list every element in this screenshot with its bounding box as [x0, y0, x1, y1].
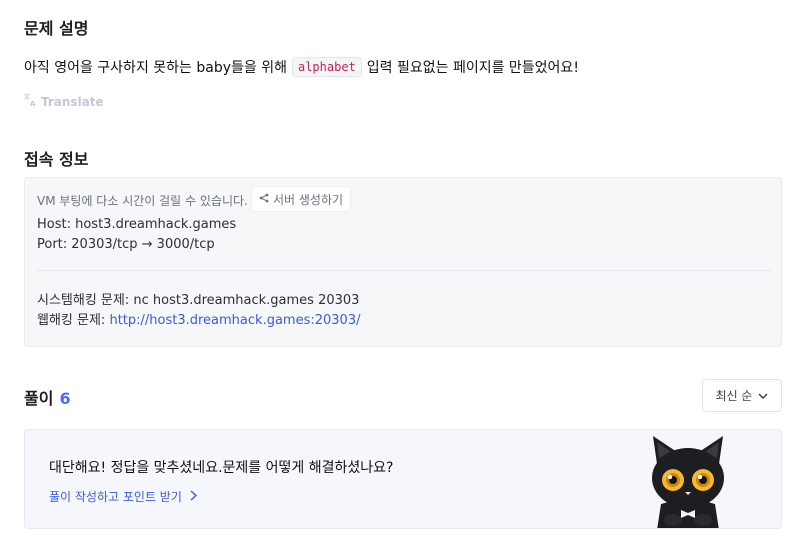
- web-hacking-line: 웹해킹 문제: http://host3.dreamhack.games:203…: [37, 309, 360, 328]
- web-hacking-url-link[interactable]: http://host3.dreamhack.games:20303/: [109, 313, 360, 328]
- svg-text:A: A: [30, 100, 36, 107]
- translate-label: Translate: [41, 94, 104, 109]
- translate-icon: 文 A: [23, 93, 38, 110]
- port-line: Port: 20303/tcp → 3000/tcp: [37, 237, 215, 252]
- create-server-button[interactable]: 서버 생성하기: [251, 186, 351, 212]
- system-hacking-line: 시스템해킹 문제: nc host3.dreamhack.games 20303: [37, 293, 360, 308]
- connection-heading: 접속 정보: [24, 150, 89, 169]
- sort-dropdown[interactable]: 최신 순: [702, 379, 782, 412]
- write-solution-link[interactable]: 풀이 작성하고 포인트 받기: [49, 488, 197, 505]
- solutions-title: 풀이: [24, 389, 54, 408]
- solutions-count: 6: [59, 389, 71, 408]
- translate-button[interactable]: 文 A Translate: [23, 93, 104, 110]
- share-icon: [259, 192, 269, 206]
- divider: [37, 270, 771, 271]
- connection-info-box: VM 부팅에 다소 시간이 걸릴 수 있습니다. 서버 생성하기 Host: h…: [24, 177, 782, 347]
- create-server-label: 서버 생성하기: [272, 192, 344, 207]
- vm-boot-note: VM 부팅에 다소 시간이 걸릴 수 있습니다.: [37, 194, 248, 208]
- description-text: 아직 영어을 구사하지 못하는 baby들을 위해: [24, 60, 287, 76]
- problem-heading: 문제 설명: [24, 19, 89, 38]
- sort-label: 최신 순: [715, 389, 753, 403]
- solution-cta-card: 대단해요! 정답을 맞추셨네요.문제를 어떻게 해결하셨나요? 풀이 작성하고 …: [24, 429, 782, 529]
- cta-message: 대단해요! 정답을 맞추셨네요.문제를 어떻게 해결하셨나요?: [49, 460, 394, 476]
- inline-code: alphabet: [291, 57, 362, 77]
- problem-description: 아직 영어을 구사하지 못하는 baby들을 위해 alphabet 입력 필요…: [24, 57, 579, 77]
- description-text-end: 입력 필요없는 페이지를 만들었어요!: [366, 60, 579, 76]
- write-solution-label: 풀이 작성하고 포인트 받기: [49, 490, 182, 504]
- cat-mascot-icon: [643, 434, 733, 528]
- solutions-heading: 풀이 6: [24, 385, 71, 409]
- host-line: Host: host3.dreamhack.games: [37, 217, 237, 232]
- chevron-right-icon: [190, 489, 197, 504]
- chevron-down-icon: [758, 389, 768, 403]
- web-hacking-label: 웹해킹 문제:: [37, 313, 106, 328]
